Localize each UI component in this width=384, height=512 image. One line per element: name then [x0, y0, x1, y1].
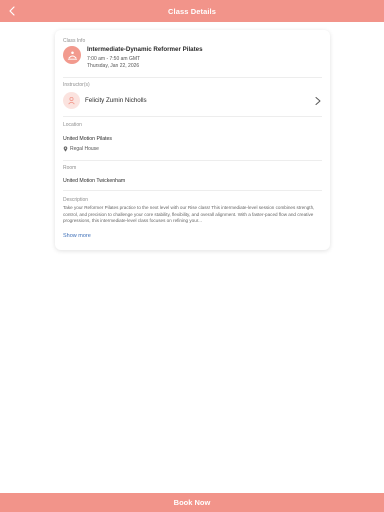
class-type-icon	[63, 46, 81, 64]
chevron-left-icon	[9, 6, 15, 16]
instructor-label: Instructor(s)	[63, 82, 90, 88]
page-title: Class Details	[168, 6, 216, 16]
instructor-name: Felicity Zumin Nicholls	[85, 97, 147, 104]
location-place-text: Regal House	[70, 146, 99, 152]
location-label: Location	[63, 122, 82, 128]
person-icon	[68, 96, 75, 105]
avatar	[63, 92, 80, 109]
top-app-bar: Class Details	[0, 0, 384, 22]
back-button[interactable]	[4, 3, 20, 19]
room-label: Room	[63, 165, 77, 171]
class-time: 7:00 am - 7:50 am GMT	[87, 56, 141, 62]
class-date: Thursday, Jan 22, 2026	[87, 63, 140, 69]
class-details-card: Class Info Intermediate-Dynamic Reformer…	[55, 30, 330, 250]
location-name: United Motion Pilates	[63, 136, 113, 142]
show-more-link[interactable]: Show more	[63, 233, 91, 239]
map-pin-icon	[63, 146, 68, 152]
room-name: United Motion Twickenham	[63, 178, 126, 184]
description-label: Description	[63, 197, 89, 203]
description-text: Take your Reformer Pilates practice to t…	[63, 205, 315, 224]
divider	[63, 116, 322, 117]
class-info-label: Class Info	[63, 38, 86, 44]
reformer-icon	[67, 50, 77, 60]
class-name: Intermediate-Dynamic Reformer Pilates	[87, 46, 203, 53]
location-place: Regal House	[63, 146, 99, 152]
instructor-row[interactable]: Felicity Zumin Nicholls	[55, 92, 330, 109]
book-now-label: Book Now	[173, 498, 211, 507]
divider	[63, 160, 322, 161]
divider	[63, 77, 322, 78]
book-now-button[interactable]: Book Now	[0, 493, 384, 512]
divider	[63, 190, 322, 191]
chevron-right-icon	[315, 97, 321, 105]
